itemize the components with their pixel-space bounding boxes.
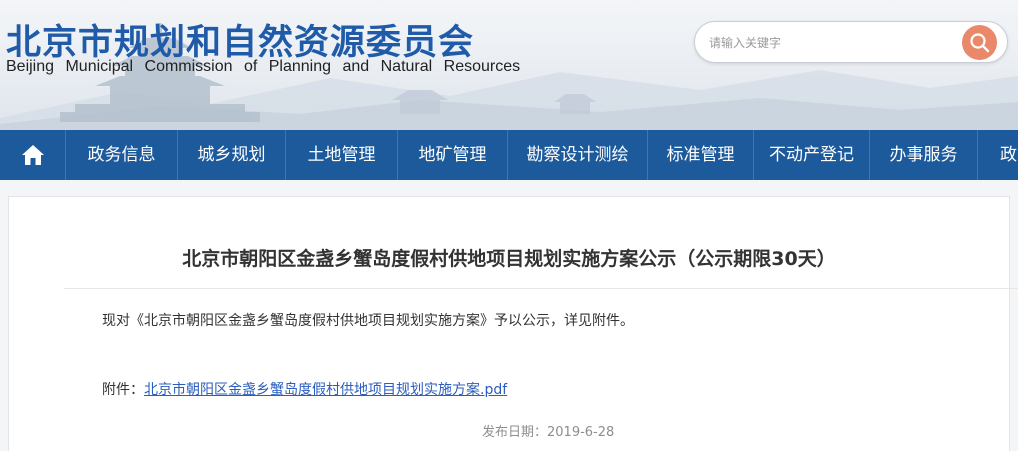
attachment-label: 附件： bbox=[102, 382, 144, 398]
search-button[interactable] bbox=[962, 25, 997, 60]
nav-item-truncated[interactable]: 政 bbox=[978, 130, 1018, 180]
nav-item-urban-planning[interactable]: 城乡规划 bbox=[178, 130, 286, 180]
attachment-line: 附件：北京市朝阳区金盏乡蟹岛度假村供地项目规划实施方案.pdf bbox=[102, 379, 507, 399]
home-icon bbox=[21, 145, 44, 165]
article-body: 现对《北京市朝阳区金盏乡蟹岛度假村供地项目规划实施方案》予以公示，详见附件。 bbox=[102, 313, 634, 329]
site-subtitle: Beijing Municipal Commission of Planning… bbox=[6, 58, 521, 75]
main-nav: 政务信息 城乡规划 土地管理 地矿管理 勘察设计测绘 标准管理 不动产登记 办事… bbox=[0, 130, 1018, 180]
title-divider bbox=[64, 288, 1018, 289]
nav-item-gov-info[interactable]: 政务信息 bbox=[66, 130, 178, 180]
search-icon bbox=[970, 33, 990, 53]
nav-item-land-management[interactable]: 土地管理 bbox=[286, 130, 398, 180]
article-title: 北京市朝阳区金盏乡蟹岛度假村供地项目规划实施方案公示（公示期限30天） bbox=[182, 248, 836, 270]
nav-item-mineral-management[interactable]: 地矿管理 bbox=[398, 130, 508, 180]
nav-item-services[interactable]: 办事服务 bbox=[870, 130, 978, 180]
nav-item-survey-design-mapping[interactable]: 勘察设计测绘 bbox=[508, 130, 648, 180]
search-input[interactable] bbox=[709, 33, 949, 53]
search-box bbox=[694, 21, 1008, 63]
header-banner: 北京市规划和自然资源委员会 Beijing Municipal Commissi… bbox=[0, 0, 1018, 130]
nav-item-real-estate-registration[interactable]: 不动产登记 bbox=[754, 130, 870, 180]
nav-home[interactable] bbox=[0, 130, 66, 180]
attachment-link[interactable]: 北京市朝阳区金盏乡蟹岛度假村供地项目规划实施方案.pdf bbox=[144, 382, 507, 398]
nav-item-standards[interactable]: 标准管理 bbox=[648, 130, 754, 180]
publish-date: 发布日期：2019-6-28 bbox=[482, 425, 615, 440]
